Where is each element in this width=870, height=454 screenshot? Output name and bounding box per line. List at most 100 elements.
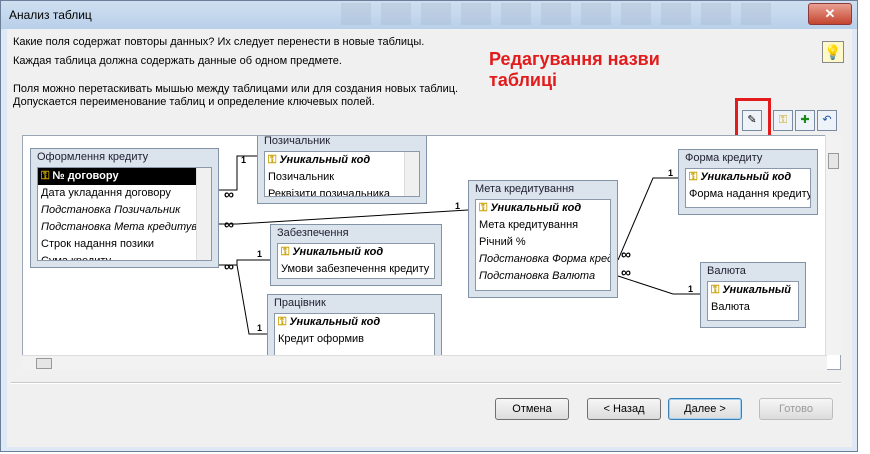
field-name: Уникальный код (279, 154, 371, 166)
key-icon: ⚿ (479, 202, 488, 214)
scrollbar[interactable] (196, 168, 211, 260)
table-title: Позичальник (264, 135, 331, 147)
relation-line-employee (236, 264, 267, 335)
table-borrower[interactable]: Позичальник ⚿ Уникальный код Позичальник … (257, 135, 427, 204)
table-title: Форма кредиту (685, 152, 763, 164)
cardinality-one: 1 (455, 201, 460, 211)
field-list[interactable]: ⚿ Уникальный код Позичальник Реквізити по… (264, 151, 420, 197)
annotation-line-2: таблиці (489, 70, 558, 90)
field-name: № договору (52, 170, 119, 182)
back-button[interactable]: < Назад (587, 398, 661, 420)
horizontal-scrollbar[interactable] (22, 355, 827, 370)
cardinality-one: 1 (257, 249, 262, 259)
next-button[interactable]: Далее > (668, 398, 742, 420)
table-employee[interactable]: Працівник ⚿ Уникальный код Кредит оформив (267, 294, 442, 364)
table-purpose[interactable]: Мета кредитування ⚿ Уникальный код Мета к… (468, 180, 618, 298)
add-key-icon: ✚ (800, 114, 810, 126)
rename-table-icon: ✎ (747, 114, 757, 126)
field-list[interactable]: ⚿ Уникальный код Умови забезпечення креди… (277, 243, 435, 279)
field-row[interactable]: Валюта (708, 299, 798, 316)
table-form[interactable]: Форма кредиту ⚿ Уникальный код Форма нада… (678, 149, 818, 215)
table-title: Працівник (274, 297, 326, 309)
field-row[interactable]: Реквізити позичальника (265, 186, 419, 196)
instruction-line-4: Допускается переименование таблиц и опре… (13, 96, 375, 108)
relation-line-purpose (219, 209, 469, 225)
field-row[interactable]: Форма надання кредиту (686, 186, 810, 203)
field-row[interactable]: Мета кредитування (476, 217, 610, 234)
instruction-line-3: Поля можно перетаскивать мышью между таб… (13, 83, 459, 95)
field-list[interactable]: ⚿ Уникальный код Форма надання кредиту (685, 168, 811, 208)
field-row[interactable]: Позичальник (265, 169, 419, 186)
field-row[interactable]: Подстановка Мета кредитува (38, 219, 211, 236)
instruction-line-1: Какие поля содержат повторы данных? Их с… (13, 36, 425, 48)
key-icon: ⚿ (268, 154, 277, 166)
field-row[interactable]: ⚿ Уникальный код (265, 152, 419, 169)
field-list[interactable]: ⚿ Уникальный код Мета кредитування Річний… (475, 199, 611, 291)
annotation-label: Редагування назви таблиці (489, 49, 719, 91)
table-title: Оформлення кредиту (37, 151, 149, 163)
field-row[interactable]: ⚿ № договору (38, 168, 211, 185)
lightbulb-icon: 💡 (824, 44, 842, 60)
table-title: Валюта (707, 265, 746, 277)
table-currency[interactable]: Валюта ⚿ Уникальный Валюта (700, 262, 806, 328)
cardinality-one: 1 (668, 168, 673, 178)
cardinality-many: ∞ (224, 258, 234, 274)
vertical-scrollbar[interactable] (825, 135, 841, 355)
table-analyzer-window: Анализ таблиц ✕ Какие поля содержат повт… (0, 0, 858, 452)
cardinality-one: 1 (241, 155, 246, 165)
field-row[interactable]: ⚿ Уникальный код (278, 244, 434, 261)
field-row[interactable]: ⚿ Уникальный код (275, 314, 434, 331)
scrollbar-thumb[interactable] (828, 153, 839, 169)
field-row[interactable]: ⚿ Уникальный код (476, 200, 610, 217)
field-row[interactable]: Сума кредиту (38, 253, 211, 260)
field-name: Уникальный код (292, 246, 384, 258)
field-row[interactable]: Подстановка Форма кред (476, 251, 610, 268)
key-icon: ⚿ (689, 171, 698, 183)
key-icon: ⚿ (711, 284, 720, 296)
close-icon: ✕ (824, 6, 836, 21)
field-row[interactable]: Кредит оформив (275, 331, 434, 348)
key-icon: ⚿ (281, 246, 290, 258)
cardinality-one: 1 (257, 323, 262, 333)
undo-button[interactable]: ↶ (817, 110, 837, 131)
separator (11, 382, 841, 384)
annotation-line-1: Редагування назви (489, 49, 660, 69)
rename-table-button[interactable]: ✎ (742, 110, 762, 131)
table-main[interactable]: Оформлення кредиту ⚿ № договору Дата укла… (30, 148, 219, 268)
field-list[interactable]: ⚿ Уникальный код Кредит оформив (274, 313, 435, 357)
field-name: Уникальный код (700, 171, 792, 183)
cardinality-many: ∞ (621, 264, 631, 280)
relationship-canvas[interactable]: 1 ∞ ∞ 1 ∞ 1 1 ∞ 1 ∞ 1 Оформлення кредиту… (22, 135, 841, 370)
field-row[interactable]: ⚿ Уникальный код (686, 169, 810, 186)
set-key-button[interactable]: ⚿ (773, 110, 793, 131)
finish-button[interactable]: Готово (759, 398, 833, 420)
cardinality-many: ∞ (224, 186, 234, 202)
cancel-button[interactable]: Отмена (495, 398, 569, 420)
close-button[interactable]: ✕ (808, 3, 852, 25)
table-title: Забезпечення (277, 227, 349, 239)
cardinality-many: ∞ (621, 246, 631, 262)
field-name: Уникальный код (490, 202, 582, 214)
field-row[interactable]: Річний % (476, 234, 610, 251)
scrollbar-thumb[interactable] (36, 358, 52, 369)
field-row[interactable]: Дата укладання договору (38, 185, 211, 202)
field-row[interactable]: Подстановка Валюта (476, 268, 610, 285)
add-key-button[interactable]: ✚ (795, 110, 815, 131)
field-row[interactable]: Строк надання позики (38, 236, 211, 253)
relation-line-borrower (219, 155, 260, 191)
field-list[interactable]: ⚿ Уникальный Валюта (707, 281, 799, 321)
background-ghost (341, 3, 781, 25)
undo-icon: ↶ (822, 114, 832, 126)
title-bar: Анализ таблиц ✕ (1, 1, 857, 29)
scrollbar[interactable] (404, 152, 419, 196)
field-name: Уникальный код (289, 316, 381, 328)
field-row[interactable]: ⚿ Уникальный (708, 282, 798, 299)
cardinality-one: 1 (688, 284, 693, 294)
key-icon: ⚿ (778, 114, 788, 126)
table-collateral[interactable]: Забезпечення ⚿ Уникальный код Умови забез… (270, 224, 442, 286)
hint-lightbulb-button[interactable]: 💡 (822, 41, 844, 63)
field-row[interactable]: Подстановка Позичальник (38, 202, 211, 219)
field-list[interactable]: ⚿ № договору Дата укладання договору Подс… (37, 167, 212, 261)
field-row[interactable]: Умови забезпечення кредиту (278, 261, 434, 278)
instruction-line-2: Каждая таблица должна содержать данные о… (13, 55, 342, 67)
